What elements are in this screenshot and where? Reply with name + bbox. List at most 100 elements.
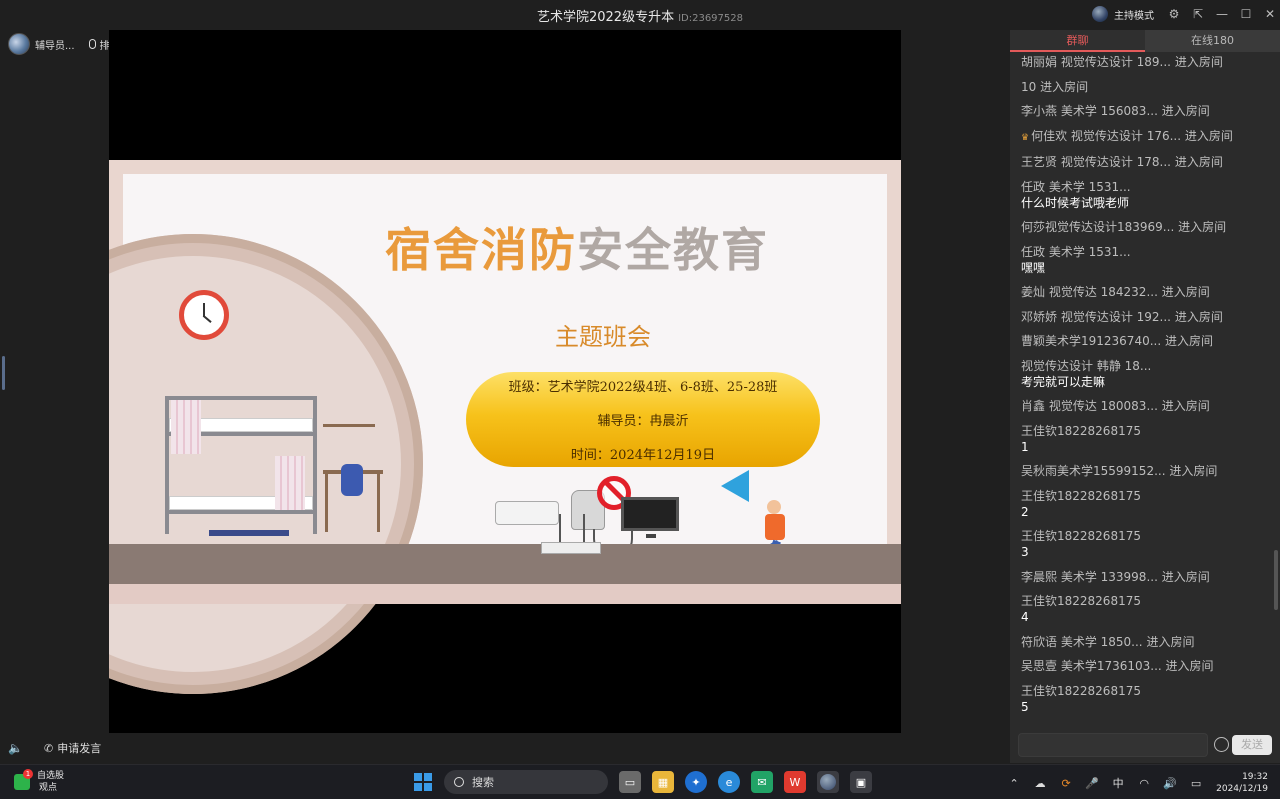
slide-info-banner: 班级：艺术学院2022级4班、6-8班、25-28班 辅导员：冉晨沂 时间：20…: [466, 372, 820, 467]
tutor-name[interactable]: 辅导员...: [35, 37, 75, 52]
chevron-up-icon[interactable]: ⌃: [1006, 775, 1022, 791]
stock-widget[interactable]: 1 自选股 观点: [14, 769, 64, 794]
maximize-icon[interactable]: ☐: [1236, 4, 1256, 24]
host-mode-label[interactable]: 主持模式: [1114, 7, 1154, 22]
app-window-icon[interactable]: ▣: [850, 771, 872, 793]
host-avatar[interactable]: [1092, 6, 1108, 22]
chat-user[interactable]: 邓娇娇 视觉传达设计 192...: [1021, 310, 1171, 324]
slide-time-line: 时间：2024年12月19日: [570, 448, 716, 463]
chat-user[interactable]: 视觉传达设计 韩静 18...: [1021, 359, 1151, 373]
chat-user[interactable]: 王佳钦18228268175: [1021, 684, 1141, 698]
taskbar-clock[interactable]: 19:32 2024/12/19: [1216, 771, 1268, 795]
chat-message-list[interactable]: 胡丽娟 视觉传达设计 189... 进入房间 10 进入房间 李小燕 美术学 156…: [1010, 54, 1272, 730]
chat-user[interactable]: 何莎视觉传达设计183969...: [1021, 220, 1174, 234]
phone-icon: ✆: [44, 741, 54, 755]
task-view-icon[interactable]: ▭: [619, 771, 641, 793]
chat-message: 邓娇娇 视觉传达设计 192... 进入房间: [1021, 309, 1272, 325]
join-notice: 进入房间: [1174, 55, 1223, 69]
app-green-icon[interactable]: ✉: [751, 771, 773, 793]
wifi-icon[interactable]: ◠: [1136, 775, 1152, 791]
slide-footer-band: [109, 584, 901, 604]
chat-user[interactable]: 肖鑫 视觉传达 180083...: [1021, 399, 1158, 413]
tutor-avatar[interactable]: [8, 33, 30, 55]
battery-icon[interactable]: ▭: [1188, 775, 1204, 791]
chat-user[interactable]: 吴秋雨美术学15599152...: [1021, 464, 1166, 478]
taskbar-search[interactable]: 搜索: [444, 770, 608, 794]
chat-message: 吴秋雨美术学15599152... 进入房间: [1021, 463, 1272, 479]
emoji-icon[interactable]: [1214, 737, 1229, 752]
ime-indicator[interactable]: 中: [1110, 775, 1126, 791]
slide-subtitle: 主题班会: [555, 323, 651, 351]
wall-clock-icon: [179, 290, 229, 340]
chat-text: 3: [1021, 545, 1029, 559]
chat-user[interactable]: 李小燕 美术学 156083...: [1021, 104, 1158, 118]
settings-icon[interactable]: ⚙: [1164, 4, 1184, 24]
chat-user[interactable]: 符欣语 美术学 1850...: [1021, 635, 1143, 649]
video-area: 宿舍消防安全教育 主题班会 班级：艺术学院2022级4班、6-8班、25-28班…: [109, 30, 901, 733]
chat-user[interactable]: 曹颖美术学191236740...: [1021, 334, 1161, 348]
stock-sub: 观点: [39, 783, 58, 793]
join-notice: 进入房间: [1165, 334, 1214, 348]
room-id: ID:23697528: [678, 13, 743, 24]
sync-icon[interactable]: ⟳: [1058, 775, 1074, 791]
apply-speak-label: 申请发言: [57, 742, 102, 755]
chat-message: 王佳钦18228268175 1: [1021, 423, 1272, 455]
join-notice: 进入房间: [1161, 399, 1210, 413]
slide-title-part2: 安全教育: [577, 223, 769, 277]
room-title: 艺术学院2022级专升本: [536, 10, 675, 25]
slide-canvas: 宿舍消防安全教育 主题班会 班级：艺术学院2022级4班、6-8班、25-28班…: [109, 174, 887, 694]
store-icon[interactable]: ▦: [652, 771, 674, 793]
chat-user[interactable]: 王艺贤 视觉传达设计 178...: [1021, 155, 1171, 169]
windows-start-icon[interactable]: [414, 773, 432, 791]
tab-group-chat[interactable]: 群聊: [1010, 30, 1145, 52]
chat-input[interactable]: [1018, 733, 1208, 757]
app-blue-icon[interactable]: ✦: [685, 771, 707, 793]
wps-icon[interactable]: W: [784, 771, 806, 793]
edge-browser-icon[interactable]: e: [718, 771, 740, 793]
chat-user[interactable]: 王佳钦18228268175: [1021, 489, 1141, 503]
apply-speak-button[interactable]: ✆ 申请发言: [44, 740, 101, 756]
cloud-icon[interactable]: ☁: [1032, 775, 1048, 791]
minimize-icon[interactable]: —: [1212, 4, 1232, 24]
volume-indicator[interactable]: [2, 356, 5, 390]
power-strip-illustration: [541, 542, 601, 554]
join-notice: 进入房间: [1184, 128, 1233, 143]
chair-illustration: [341, 464, 363, 496]
chat-user[interactable]: 吴思壹 美术学1736103...: [1021, 659, 1162, 673]
chat-scrollbar[interactable]: [1274, 550, 1278, 610]
chat-text: 嘿嘿: [1021, 260, 1046, 275]
slide-floor: [109, 544, 901, 584]
chat-user[interactable]: 王佳钦18228268175: [1021, 529, 1141, 543]
chat-user[interactable]: 10: [1021, 80, 1036, 94]
send-button[interactable]: 发送: [1232, 735, 1272, 755]
chat-user[interactable]: 王佳钦18228268175: [1021, 594, 1141, 608]
chat-user[interactable]: 胡丽娟 视觉传达设计 189...: [1021, 55, 1171, 69]
clock-time: 19:32: [1242, 772, 1268, 782]
chat-message: 视觉传达设计 韩静 18... 考完就可以走嘛: [1021, 358, 1272, 390]
chat-input-row: 发送: [1018, 733, 1274, 759]
chat-user[interactable]: 任政 美术学 1531...: [1021, 180, 1131, 194]
chat-text: 5: [1021, 699, 1029, 714]
volume-icon[interactable]: 🔊: [1162, 775, 1178, 791]
popout-icon[interactable]: ⇱: [1188, 4, 1208, 24]
slide-title: 宿舍消防安全教育: [385, 214, 769, 280]
chat-text: 2: [1021, 504, 1029, 519]
close-icon[interactable]: ✕: [1260, 4, 1280, 24]
tab-online[interactable]: 在线180: [1145, 30, 1280, 52]
microphone-tray-icon[interactable]: 🎤: [1084, 775, 1100, 791]
taskbar-apps: 搜索 ▭ ▦ ✦ e ✉ W ▣: [414, 769, 872, 795]
chat-user[interactable]: 王佳钦18228268175: [1021, 424, 1141, 438]
notification-badge: 1: [23, 769, 33, 779]
chat-message: 姜灿 视觉传达 184232... 进入房间: [1021, 284, 1272, 300]
chat-user[interactable]: 姜灿 视觉传达 184232...: [1021, 285, 1158, 299]
chat-user[interactable]: 李晨熙 美术学 133998...: [1021, 570, 1158, 584]
wall-shelf: [323, 424, 375, 427]
chat-user[interactable]: 何佳欢 视觉传达设计 176...: [1031, 129, 1181, 143]
presentation-slide: 宿舍消防安全教育 主题班会 班级：艺术学院2022级4班、6-8班、25-28班…: [109, 160, 901, 694]
join-notice: 进入房间: [1169, 464, 1218, 478]
classroom-app-icon[interactable]: [817, 771, 839, 793]
speaker-icon[interactable]: 🔈: [8, 742, 23, 754]
join-notice: 进入房间: [1165, 659, 1214, 673]
chat-user[interactable]: 任政 美术学 1531...: [1021, 245, 1131, 259]
search-icon: [454, 777, 464, 787]
